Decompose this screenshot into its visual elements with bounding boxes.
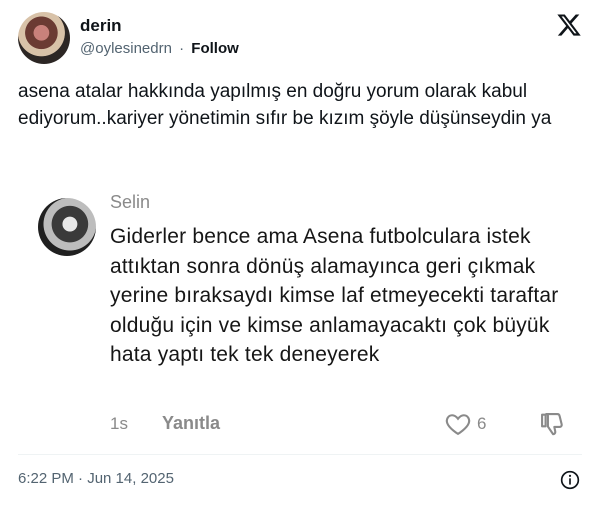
tweet-text: asena atalar hakkında yapılmış en doğru …	[18, 81, 552, 129]
thumbs-down-icon	[541, 413, 563, 436]
embedded-comment-screenshot: Selin Giderler bence ama Asena futbolcul…	[38, 188, 578, 448]
tweet-timestamp[interactable]: 6:22 PM · Jun 14, 2025	[18, 470, 174, 487]
heart-outline-icon	[445, 414, 471, 436]
footer-divider	[18, 454, 582, 455]
comment-meta: 1s Yanıtla 6	[110, 410, 570, 440]
comment-reply-label: Yanıtla	[162, 413, 221, 433]
handle-separator: ·	[179, 40, 185, 57]
tweet-header: derin @oylesinedrn · Follow	[18, 12, 586, 66]
author-handle-line: @oylesinedrn · Follow	[80, 40, 239, 57]
comment-like-count: 6	[477, 414, 487, 433]
x-logo-icon[interactable]	[556, 12, 582, 38]
follow-button[interactable]: Follow	[191, 40, 239, 57]
commenter-avatar	[38, 198, 96, 256]
comment-time: 1s	[110, 414, 128, 433]
comment-text: Giderler bence ama Asena futbolculara is…	[110, 225, 559, 366]
author-name[interactable]: derin	[80, 16, 122, 36]
author-avatar[interactable]	[18, 12, 70, 64]
info-icon[interactable]	[560, 470, 580, 490]
commenter-username: Selin	[110, 192, 151, 212]
author-handle[interactable]: @oylesinedrn	[80, 40, 172, 57]
